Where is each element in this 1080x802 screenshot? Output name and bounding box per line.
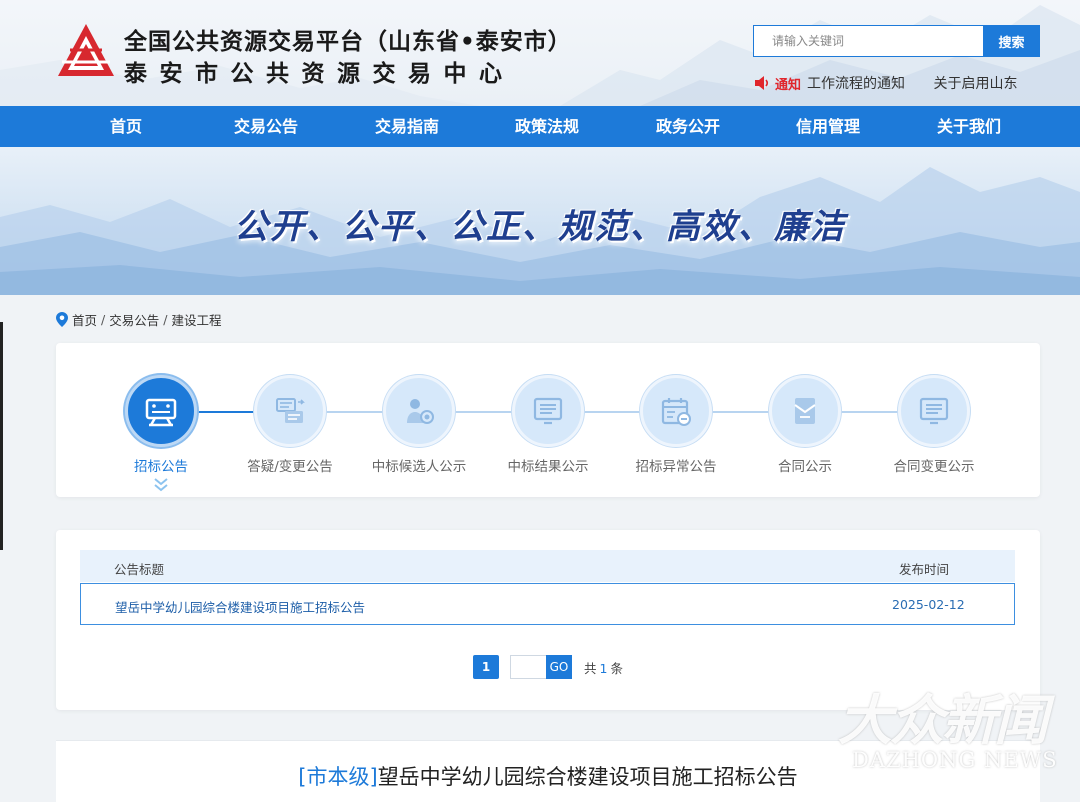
nav-item-policy[interactable]: 政策法规: [487, 106, 607, 147]
total-prefix: 共: [584, 660, 597, 676]
process-steps-card: 招标公告 答疑/变更公告 中标候选人公示 中标结果公示 招标异常公告 合同公示 …: [56, 343, 1040, 497]
table-header: 公告标题 发布时间: [80, 550, 1015, 582]
breadcrumb-item-home[interactable]: 首页: [72, 310, 97, 329]
step-qa-change-announcement[interactable]: 答疑/变更公告: [220, 375, 360, 475]
nav-item-about[interactable]: 关于我们: [909, 106, 1029, 147]
step-label: 中标候选人公示: [371, 459, 467, 475]
swap-documents-icon: [276, 398, 305, 423]
page-number-button[interactable]: 1: [473, 655, 499, 679]
banner-slogan: 公开、公平、公正、规范、高效、廉洁: [234, 207, 846, 247]
breadcrumb-separator: /: [163, 312, 168, 327]
search-input[interactable]: [753, 25, 983, 57]
step-label: 合同公示: [778, 459, 832, 475]
breadcrumb-item-construction[interactable]: 建设工程: [171, 310, 221, 329]
site-title-line2: 泰安市公共资源交易中心: [124, 61, 515, 87]
column-header-title: 公告标题: [114, 562, 165, 577]
step-circle[interactable]: [512, 375, 584, 447]
breadcrumb: 首页 / 交易公告 / 建设工程: [56, 310, 221, 329]
contract-change-screen-icon: [919, 397, 949, 425]
breadcrumb-item-announcements[interactable]: 交易公告: [109, 310, 159, 329]
step-circle[interactable]: [898, 375, 970, 447]
site-logo-icon[interactable]: [56, 22, 116, 78]
nav-item-home[interactable]: 首页: [66, 106, 186, 147]
nav-item-credit[interactable]: 信用管理: [768, 106, 888, 147]
main-nav: 首页 交易公告 交易指南 政策法规 政务公开 信用管理 关于我们: [0, 106, 1080, 147]
step-label: 招标公告: [134, 459, 188, 475]
page-jump-input[interactable]: [510, 655, 546, 679]
contract-envelope-icon: [794, 398, 816, 424]
total-number: 1: [599, 660, 608, 676]
search-button[interactable]: 搜索: [983, 25, 1040, 57]
step-label: 合同变更公示: [893, 459, 975, 475]
step-circle[interactable]: [383, 375, 455, 447]
step-circle[interactable]: [125, 375, 197, 447]
site-header: 全国公共资源交易平台（山东省•泰安市） 泰安市公共资源交易中心 搜索 通知 工作…: [0, 0, 1080, 106]
step-contract[interactable]: 合同公示: [735, 375, 875, 475]
total-suffix: 条: [610, 660, 623, 676]
step-winning-candidate[interactable]: 中标候选人公示: [349, 375, 489, 475]
step-label: 中标结果公示: [507, 459, 589, 475]
nav-item-announcements[interactable]: 交易公告: [206, 106, 326, 147]
announcement-date: 2025-02-12: [892, 597, 965, 612]
breadcrumb-separator: /: [101, 312, 106, 327]
announcement-detail: [市本级]望岳中学幼儿园综合楼建设项目施工招标公告: [56, 740, 1040, 802]
detail-title: [市本级]望岳中学幼儿园综合楼建设项目施工招标公告: [56, 761, 1040, 791]
candidate-person-icon: [407, 399, 434, 424]
announcement-list-card: 公告标题 发布时间 望岳中学幼儿园综合楼建设项目施工招标公告 2025-02-1…: [56, 530, 1040, 710]
pagination: 1 GO 共1条: [473, 655, 623, 679]
left-edge-strip: [0, 322, 3, 550]
nav-item-government-affairs[interactable]: 政务公开: [628, 106, 748, 147]
announcement-title-link[interactable]: 望岳中学幼儿园综合楼建设项目施工招标公告: [115, 597, 365, 616]
step-bid-announcement[interactable]: 招标公告: [91, 375, 231, 492]
detail-title-text: 望岳中学幼儿园综合楼建设项目施工招标公告: [377, 765, 798, 789]
step-circle[interactable]: [254, 375, 326, 447]
step-winning-result[interactable]: 中标结果公示: [478, 375, 618, 475]
calendar-minus-icon: [661, 398, 691, 426]
notice-item[interactable]: 工作流程的通知: [807, 76, 905, 92]
table-row[interactable]: 望岳中学幼儿园综合楼建设项目施工招标公告 2025-02-12: [80, 583, 1015, 625]
level-tag: [市本级]: [298, 765, 378, 789]
notice-item[interactable]: 关于启用山东: [933, 76, 1017, 92]
step-label: 答疑/变更公告: [247, 459, 333, 475]
search-bar: 搜索: [753, 25, 1040, 57]
step-contract-change[interactable]: 合同变更公示: [864, 375, 1004, 475]
column-header-date: 发布时间: [899, 562, 950, 577]
total-count: 共1条: [584, 658, 623, 677]
step-label: 招标异常公告: [635, 459, 717, 475]
chevron-down-icon: [154, 478, 168, 492]
slogan-banner: 公开、公平、公正、规范、高效、廉洁: [0, 147, 1080, 295]
go-button[interactable]: GO: [546, 655, 572, 679]
step-circle[interactable]: [769, 375, 841, 447]
result-screen-icon: [533, 397, 563, 425]
location-pin-icon: [56, 312, 68, 327]
announcement-board-icon: [145, 398, 177, 427]
notice-ticker: 通知 工作流程的通知 关于启用山东: [753, 72, 1043, 94]
step-circle[interactable]: [640, 375, 712, 447]
speaker-icon: [755, 76, 769, 90]
site-title-line1: 全国公共资源交易平台（山东省•泰安市）: [124, 29, 572, 55]
notice-tag: 通知: [775, 77, 802, 93]
notice-scroll: 工作流程的通知 关于启用山东: [807, 73, 1041, 93]
step-bid-abnormal[interactable]: 招标异常公告: [606, 375, 746, 475]
nav-item-guide[interactable]: 交易指南: [347, 106, 467, 147]
